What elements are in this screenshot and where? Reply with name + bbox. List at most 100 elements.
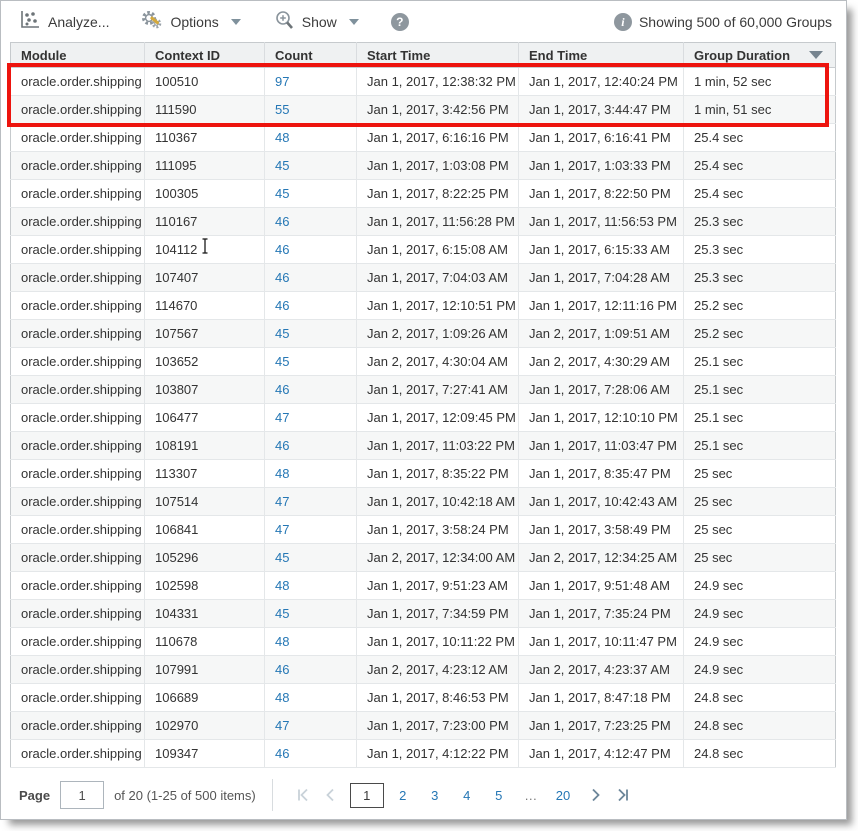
gears-icon [141,10,163,33]
table-body: oracle.order.shipping 100510 97 Jan 1, 2… [11,68,836,768]
table-row[interactable]: oracle.order.shipping 108191 46 Jan 1, 2… [11,432,836,460]
page-number[interactable]: 20 [550,784,576,807]
count-link[interactable]: 97 [275,74,289,89]
page-ellipsis: … [518,784,544,807]
cell-module: oracle.order.shipping [11,600,145,628]
count-link[interactable]: 46 [275,746,289,761]
table-row[interactable]: oracle.order.shipping 110367 48 Jan 1, 2… [11,124,836,152]
count-link[interactable]: 48 [275,578,289,593]
cell-start-time: Jan 1, 2017, 7:04:03 AM [357,264,519,292]
count-link[interactable]: 45 [275,186,289,201]
cell-module: oracle.order.shipping [11,348,145,376]
cell-start-time: Jan 2, 2017, 1:09:26 AM [357,320,519,348]
table-row[interactable]: oracle.order.shipping 106477 47 Jan 1, 2… [11,404,836,432]
page-number[interactable]: 2 [390,784,416,807]
count-link[interactable]: 45 [275,606,289,621]
cell-end-time: Jan 2, 2017, 4:30:29 AM [519,348,684,376]
table-row[interactable]: oracle.order.shipping 102598 48 Jan 1, 2… [11,572,836,600]
count-link[interactable]: 47 [275,718,289,733]
page-number-input[interactable] [60,781,104,809]
count-link[interactable]: 46 [275,382,289,397]
table-row[interactable]: oracle.order.shipping 106689 48 Jan 1, 2… [11,684,836,712]
table-row[interactable]: oracle.order.shipping 107991 46 Jan 2, 2… [11,656,836,684]
count-link[interactable]: 55 [275,102,289,117]
table-row[interactable]: oracle.order.shipping 107407 46 Jan 1, 2… [11,264,836,292]
table-row[interactable]: oracle.order.shipping 114670 46 Jan 1, 2… [11,292,836,320]
count-link[interactable]: 45 [275,326,289,341]
show-label: Show [302,14,337,30]
pagination-bar: Page of 20 (1-25 of 500 items) 12345…20 [1,768,846,811]
last-page-button[interactable] [609,782,635,808]
column-header-context-id[interactable]: Context ID [145,43,265,68]
count-link[interactable]: 45 [275,354,289,369]
count-link[interactable]: 48 [275,634,289,649]
cell-start-time: Jan 1, 2017, 11:56:28 PM [357,208,519,236]
page-number-current[interactable]: 1 [350,783,384,808]
page-number[interactable]: 3 [422,784,448,807]
table-row[interactable]: oracle.order.shipping 103807 46 Jan 1, 2… [11,376,836,404]
column-header-module[interactable]: Module [11,43,145,68]
cell-count: 55 [265,96,357,124]
count-link[interactable]: 46 [275,662,289,677]
cell-module: oracle.order.shipping [11,404,145,432]
count-link[interactable]: 48 [275,690,289,705]
cell-module: oracle.order.shipping [11,656,145,684]
options-button[interactable]: Options [141,10,240,33]
table-row[interactable]: oracle.order.shipping 110678 48 Jan 1, 2… [11,628,836,656]
previous-page-button[interactable] [317,782,343,808]
cell-context-id: 105296 [145,544,265,572]
column-header-end-time[interactable]: End Time [519,43,684,68]
count-link[interactable]: 48 [275,130,289,145]
table-row[interactable]: oracle.order.shipping 111095 45 Jan 1, 2… [11,152,836,180]
toolbar: Analyze... Options [1,1,846,42]
cell-start-time: Jan 2, 2017, 12:34:00 AM [357,544,519,572]
count-link[interactable]: 47 [275,522,289,537]
column-header-group-duration[interactable]: Group Duration [684,43,836,68]
page-number[interactable]: 4 [454,784,480,807]
cell-context-id: 111590 [145,96,265,124]
first-page-button[interactable] [291,782,317,808]
cell-end-time: Jan 1, 2017, 3:58:49 PM [519,516,684,544]
count-link[interactable]: 46 [275,242,289,257]
count-link[interactable]: 45 [275,550,289,565]
help-icon[interactable]: ? [391,13,409,31]
table-row[interactable]: oracle.order.shipping 109347 46 Jan 1, 2… [11,740,836,768]
count-link[interactable]: 47 [275,410,289,425]
count-link[interactable]: 48 [275,466,289,481]
cell-context-id: 107514 [145,488,265,516]
count-link[interactable]: 45 [275,158,289,173]
cell-end-time: Jan 2, 2017, 12:34:25 AM [519,544,684,572]
table-row[interactable]: oracle.order.shipping 100510 97 Jan 1, 2… [11,68,836,96]
table-row[interactable]: oracle.order.shipping 113307 48 Jan 1, 2… [11,460,836,488]
count-link[interactable]: 46 [275,298,289,313]
sort-descending-icon[interactable] [809,51,823,59]
cell-count: 47 [265,712,357,740]
table-row[interactable]: oracle.order.shipping 103652 45 Jan 2, 2… [11,348,836,376]
table-row[interactable]: oracle.order.shipping 100305 45 Jan 1, 2… [11,180,836,208]
groups-table: Module Context ID Count Start Time End T… [10,42,837,768]
count-link[interactable]: 47 [275,494,289,509]
analyze-button[interactable]: Analyze... [19,10,109,33]
table-row[interactable]: oracle.order.shipping 105296 45 Jan 2, 2… [11,544,836,572]
table-row[interactable]: oracle.order.shipping 104112 46 Jan 1, 2… [11,236,836,264]
count-link[interactable]: 46 [275,214,289,229]
cell-group-duration: 25.3 sec [684,208,836,236]
cell-group-duration: 25.2 sec [684,320,836,348]
count-link[interactable]: 46 [275,438,289,453]
showing-groups-text: Showing 500 of 60,000 Groups [639,14,832,30]
table-row[interactable]: oracle.order.shipping 106841 47 Jan 1, 2… [11,516,836,544]
table-row[interactable]: oracle.order.shipping 104331 45 Jan 1, 2… [11,600,836,628]
count-link[interactable]: 46 [275,270,289,285]
table-row[interactable]: oracle.order.shipping 107567 45 Jan 2, 2… [11,320,836,348]
cell-group-duration: 25.2 sec [684,292,836,320]
show-button[interactable]: Show [273,10,359,34]
column-header-start-time[interactable]: Start Time [357,43,519,68]
page-number[interactable]: 5 [486,784,512,807]
cell-context-id: 107407 [145,264,265,292]
table-row[interactable]: oracle.order.shipping 110167 46 Jan 1, 2… [11,208,836,236]
next-page-button[interactable] [583,782,609,808]
table-row[interactable]: oracle.order.shipping 111590 55 Jan 1, 2… [11,96,836,124]
table-row[interactable]: oracle.order.shipping 102970 47 Jan 1, 2… [11,712,836,740]
table-row[interactable]: oracle.order.shipping 107514 47 Jan 1, 2… [11,488,836,516]
column-header-count[interactable]: Count [265,43,357,68]
